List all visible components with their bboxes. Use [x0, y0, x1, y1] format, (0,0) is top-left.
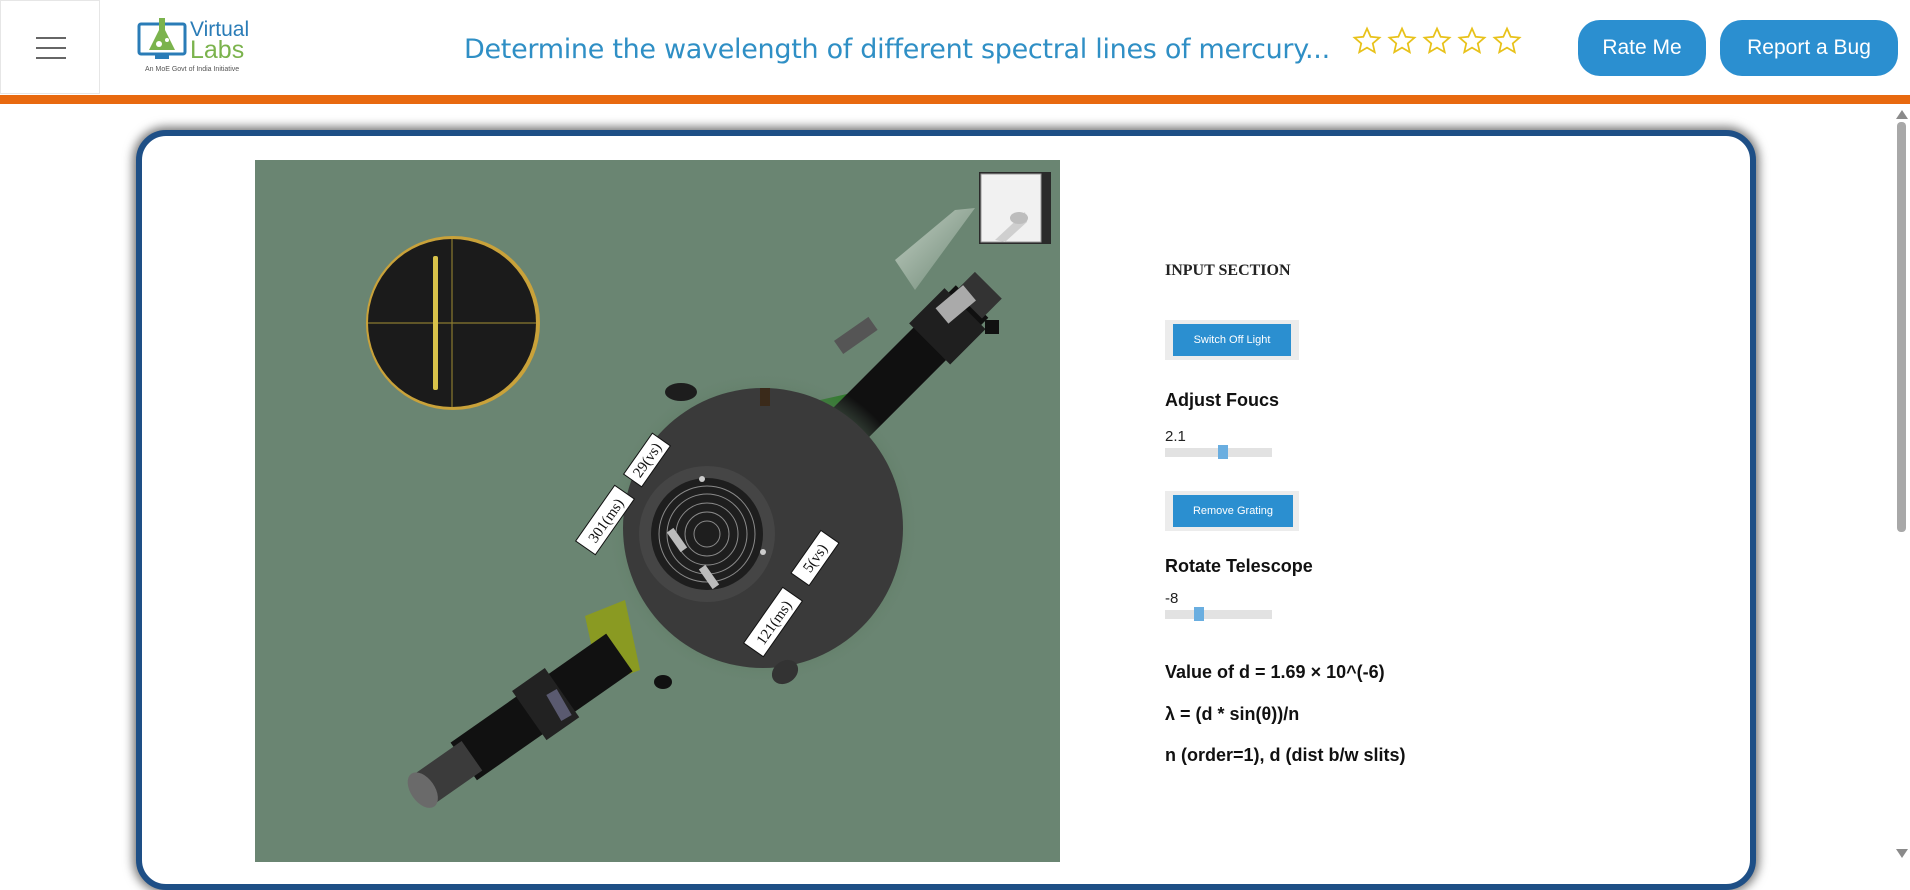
grating-button-wrap: Remove Grating — [1165, 491, 1299, 531]
formula-text: λ = (d * sin(θ))/n — [1165, 704, 1300, 724]
focus-slider[interactable] — [1165, 445, 1272, 459]
rate-me-button[interactable]: Rate Me — [1578, 20, 1706, 76]
telescope[interactable] — [396, 600, 640, 822]
rotate-value: -8 — [1165, 590, 1179, 607]
menu-icon-line — [36, 37, 66, 39]
logo-tagline: An MoE Govt of India Initiative — [145, 66, 240, 73]
d-value-text: Value of d = 1.69 × 10^(-6) — [1165, 662, 1385, 682]
rotate-label: Rotate Telescope — [1165, 556, 1313, 576]
experiment-title: Determine the wavelength of different sp… — [464, 34, 1330, 65]
page-scrollbar[interactable] — [1892, 104, 1910, 862]
star-icon[interactable] — [1352, 26, 1382, 56]
hamburger-menu-button[interactable] — [0, 0, 100, 94]
remove-grating-button[interactable]: Remove Grating — [1173, 495, 1293, 527]
switch-light-button[interactable]: Switch Off Light — [1173, 324, 1291, 356]
virtual-labs-logo[interactable]: Virtual Labs An MoE Govt of India Initia… — [137, 14, 257, 78]
section-title: INPUT SECTION — [1165, 262, 1291, 279]
spectrometer-canvas[interactable]: 29(vs) 301(ms) 5(vs) 121(ms) — [255, 160, 1060, 862]
top-header: Virtual Labs An MoE Govt of India Initia… — [0, 0, 1910, 96]
rotate-slider-thumb[interactable] — [1194, 607, 1205, 621]
scroll-up-arrow-icon[interactable] — [1896, 110, 1908, 119]
menu-icon-line — [36, 57, 66, 59]
rotate-slider[interactable] — [1165, 607, 1272, 621]
focus-value: 2.1 — [1165, 428, 1186, 445]
focus-slider-thumb[interactable] — [1218, 445, 1229, 459]
eyepiece-view — [366, 236, 540, 410]
scrollbar-thumb[interactable] — [1897, 122, 1906, 532]
logo-word-labs: Labs — [190, 36, 245, 64]
star-icon[interactable] — [1387, 26, 1417, 56]
focus-label: Adjust Foucs — [1165, 390, 1280, 410]
star-icon[interactable] — [1457, 26, 1487, 56]
light-button-wrap: Switch Off Light — [1165, 320, 1299, 360]
menu-icon-line — [36, 47, 66, 49]
spectral-line — [433, 256, 438, 390]
star-icon[interactable] — [1422, 26, 1452, 56]
header-divider — [0, 95, 1910, 104]
star-icon[interactable] — [1492, 26, 1522, 56]
flask-monitor-icon — [137, 18, 187, 59]
report-bug-button[interactable]: Report a Bug — [1720, 20, 1898, 76]
scroll-down-arrow-icon[interactable] — [1896, 849, 1908, 858]
mercury-lamp[interactable] — [895, 172, 1051, 290]
legend-text: n (order=1), d (dist b/w slits) — [1165, 745, 1406, 765]
rating-stars[interactable] — [1352, 26, 1522, 56]
